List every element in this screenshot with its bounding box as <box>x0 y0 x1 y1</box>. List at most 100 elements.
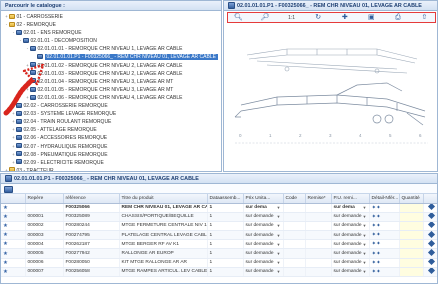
dropdown-arrow-icon[interactable]: ▼ <box>277 260 281 265</box>
cell-assembly-qty: 1 <box>207 258 244 268</box>
column-header[interactable]: Dataassemb... <box>207 194 244 204</box>
print-icon[interactable]: ⎙ <box>393 14 402 22</box>
add-to-cart-icon[interactable] <box>427 239 435 247</box>
quantity-input[interactable] <box>399 212 424 222</box>
quantity-input[interactable] <box>399 267 424 278</box>
column-header[interactable] <box>423 194 437 204</box>
detail-icon[interactable]: ✦✦ <box>372 214 381 220</box>
cell-icon: ✦✦ <box>369 239 400 250</box>
add-to-cart-icon[interactable] <box>427 212 435 220</box>
dropdown-arrow-icon[interactable]: ▼ <box>277 205 281 210</box>
zoom-out-icon[interactable]: 🔎︎ <box>261 14 270 22</box>
cell-assembly-qty-text: 1 <box>209 260 213 266</box>
dropdown-arrow-icon[interactable]: ▼ <box>277 251 281 256</box>
assembly-icon[interactable] <box>4 185 13 193</box>
quantity-input[interactable] <box>399 239 424 250</box>
tree-item[interactable]: -02 - REMORQUE <box>4 21 219 29</box>
dropdown-arrow-icon[interactable]: ▼ <box>363 251 367 256</box>
column-header[interactable]: Quantité <box>399 194 424 204</box>
column-header-label: Quantité <box>401 195 420 201</box>
tree-item[interactable]: +02.08 - PNEUMATIQUE REMORQUE <box>4 151 219 159</box>
table-row[interactable]: ★ 000003 F00274795 PLATELAGE CENTRAL LEVAGE… <box>1 230 437 241</box>
fit-page-icon[interactable]: ▣ <box>367 14 376 22</box>
column-header[interactable]: Code <box>283 194 306 204</box>
dropdown-arrow-icon[interactable]: ▼ <box>277 233 281 238</box>
detail-icon[interactable]: ✦✦ <box>372 269 381 275</box>
dropdown-arrow-icon[interactable]: ▼ <box>363 223 367 228</box>
column-header[interactable] <box>1 194 26 204</box>
dropdown-arrow-icon[interactable]: ▼ <box>363 205 367 210</box>
quantity-input[interactable] <box>399 203 424 213</box>
reset-view-icon[interactable]: ↻ <box>314 14 323 22</box>
detail-icon[interactable]: ✦✦ <box>372 205 381 211</box>
tree-item[interactable]: -02.01.01 - DECOMPOSITION <box>4 37 219 45</box>
column-header[interactable]: Prix Unita... <box>243 194 284 204</box>
quantity-input[interactable] <box>399 230 424 241</box>
table-row[interactable]: ★ 000006 F00280050 KIT MTGE RALLONGE AR AR 1… <box>1 258 437 268</box>
column-header[interactable]: P.U. remi... <box>331 194 370 204</box>
assembly-icon[interactable]: ★ <box>3 251 8 257</box>
tree-item[interactable]: -02.01 - ENS REMORQUE <box>4 29 219 37</box>
technical-drawing[interactable]: 0123456 <box>227 25 436 170</box>
cell-icon: ★ <box>1 248 26 259</box>
tree-item-label: 02.01 - ENS REMORQUE <box>23 30 82 37</box>
column-header[interactable]: Détail-Nfér... <box>369 194 400 204</box>
table-row[interactable]: ★ 000005 F00277942 RALLONGE AR EUROP 1 sur de… <box>1 248 437 259</box>
quantity-input[interactable] <box>399 221 424 232</box>
assembly-icon[interactable]: ★ <box>3 260 8 266</box>
dropdown-arrow-icon[interactable]: ▼ <box>363 214 367 219</box>
table-row[interactable]: ★ 000007 F00256058 MTGE RAMPES ARTICUL. LEV… <box>1 267 437 278</box>
dropdown-arrow-icon[interactable]: ▼ <box>363 260 367 265</box>
add-to-cart-icon[interactable] <box>427 203 435 211</box>
tree-item[interactable]: +02.06 - ACCESSOIRES REMORQUE <box>4 134 219 142</box>
add-to-cart-icon[interactable] <box>427 248 435 257</box>
detail-icon[interactable]: ✦✦ <box>372 241 381 247</box>
detail-icon[interactable]: ✦✦ <box>372 223 381 229</box>
detail-icon[interactable]: ✦✦ <box>372 232 381 238</box>
move-icon[interactable]: ✚ <box>340 14 349 22</box>
assembly-icon[interactable]: ★ <box>3 223 8 229</box>
dropdown-arrow-icon[interactable]: ▼ <box>277 223 281 228</box>
detail-icon[interactable]: ✦✦ <box>372 260 381 266</box>
table-row[interactable]: ★ 000002 F00280244 MTGE FERMETURE CENTRALE … <box>1 221 437 232</box>
tree-item[interactable]: +01 - CARROSSERIE <box>4 13 219 21</box>
cell-discounted-price-text: sur demande <box>333 269 362 275</box>
dropdown-arrow-icon[interactable]: ▼ <box>277 214 281 219</box>
column-header[interactable]: Repère <box>25 194 64 204</box>
tree-item[interactable]: +02.07 - HYDRAULIQUE REMORQUE <box>4 143 219 151</box>
cell-title-text: MTGE BERGER RF AV K1 <box>121 241 180 247</box>
add-to-cart-icon[interactable] <box>427 258 435 266</box>
export-icon[interactable]: ⇧ <box>420 14 429 22</box>
table-row[interactable]: ★ 000001 F00325089 CHASSIS/PORTIQUE/BEQUILL… <box>1 212 437 222</box>
column-header[interactable]: référence <box>63 194 120 204</box>
quantity-input[interactable] <box>399 248 424 259</box>
assembly-icon[interactable]: ★ <box>3 241 8 247</box>
column-header[interactable]: Remise* <box>305 194 332 204</box>
zoom-in-icon[interactable]: 🔍︎ <box>234 14 243 22</box>
add-to-cart-icon[interactable] <box>427 221 435 229</box>
quantity-input[interactable] <box>399 258 424 268</box>
add-to-cart-icon[interactable] <box>427 267 435 275</box>
part-icon <box>23 37 29 43</box>
table-row[interactable]: ★ 000004 F00262187 MTGE BERGER RF AV K1 1 sur… <box>1 239 437 250</box>
tree-item[interactable]: +02.09 - ELECTRICITE REMORQUE <box>4 159 219 167</box>
assembly-icon[interactable]: ★ <box>3 232 8 238</box>
add-to-cart-icon[interactable] <box>427 230 435 238</box>
dropdown-arrow-icon[interactable]: ▼ <box>277 242 281 247</box>
table-row[interactable]: ★ F00325066 REM CHR NIVEAU 01, LEVAGE AR C… <box>1 203 437 213</box>
column-header[interactable]: Titre du produit <box>119 194 208 204</box>
detail-icon[interactable]: ✦✦ <box>372 251 381 257</box>
cell-icon: ★ <box>1 239 26 250</box>
dropdown-arrow-icon[interactable]: ▼ <box>363 242 367 247</box>
ratio-button[interactable]: 1:1 <box>287 14 296 22</box>
assembly-icon[interactable]: ★ <box>3 214 8 220</box>
assembly-icon[interactable]: ★ <box>3 205 8 211</box>
tree-item[interactable]: +03 - TRACTEUR <box>4 167 219 171</box>
tree-item[interactable]: +02.05 - ATTELAGE REMORQUE <box>4 126 219 134</box>
assembly-icon[interactable]: ★ <box>3 269 8 275</box>
dropdown-arrow-icon[interactable]: ▼ <box>363 269 367 274</box>
tree-item[interactable]: +02.04 - TRAIN ROULANT REMORQUE <box>4 118 219 126</box>
dropdown-arrow-icon[interactable]: ▼ <box>277 269 281 274</box>
tree-item[interactable]: -02.01.01.01 - REMORQUE CHR NIVEAU 1, LE… <box>4 45 219 53</box>
dropdown-arrow-icon[interactable]: ▼ <box>363 233 367 238</box>
